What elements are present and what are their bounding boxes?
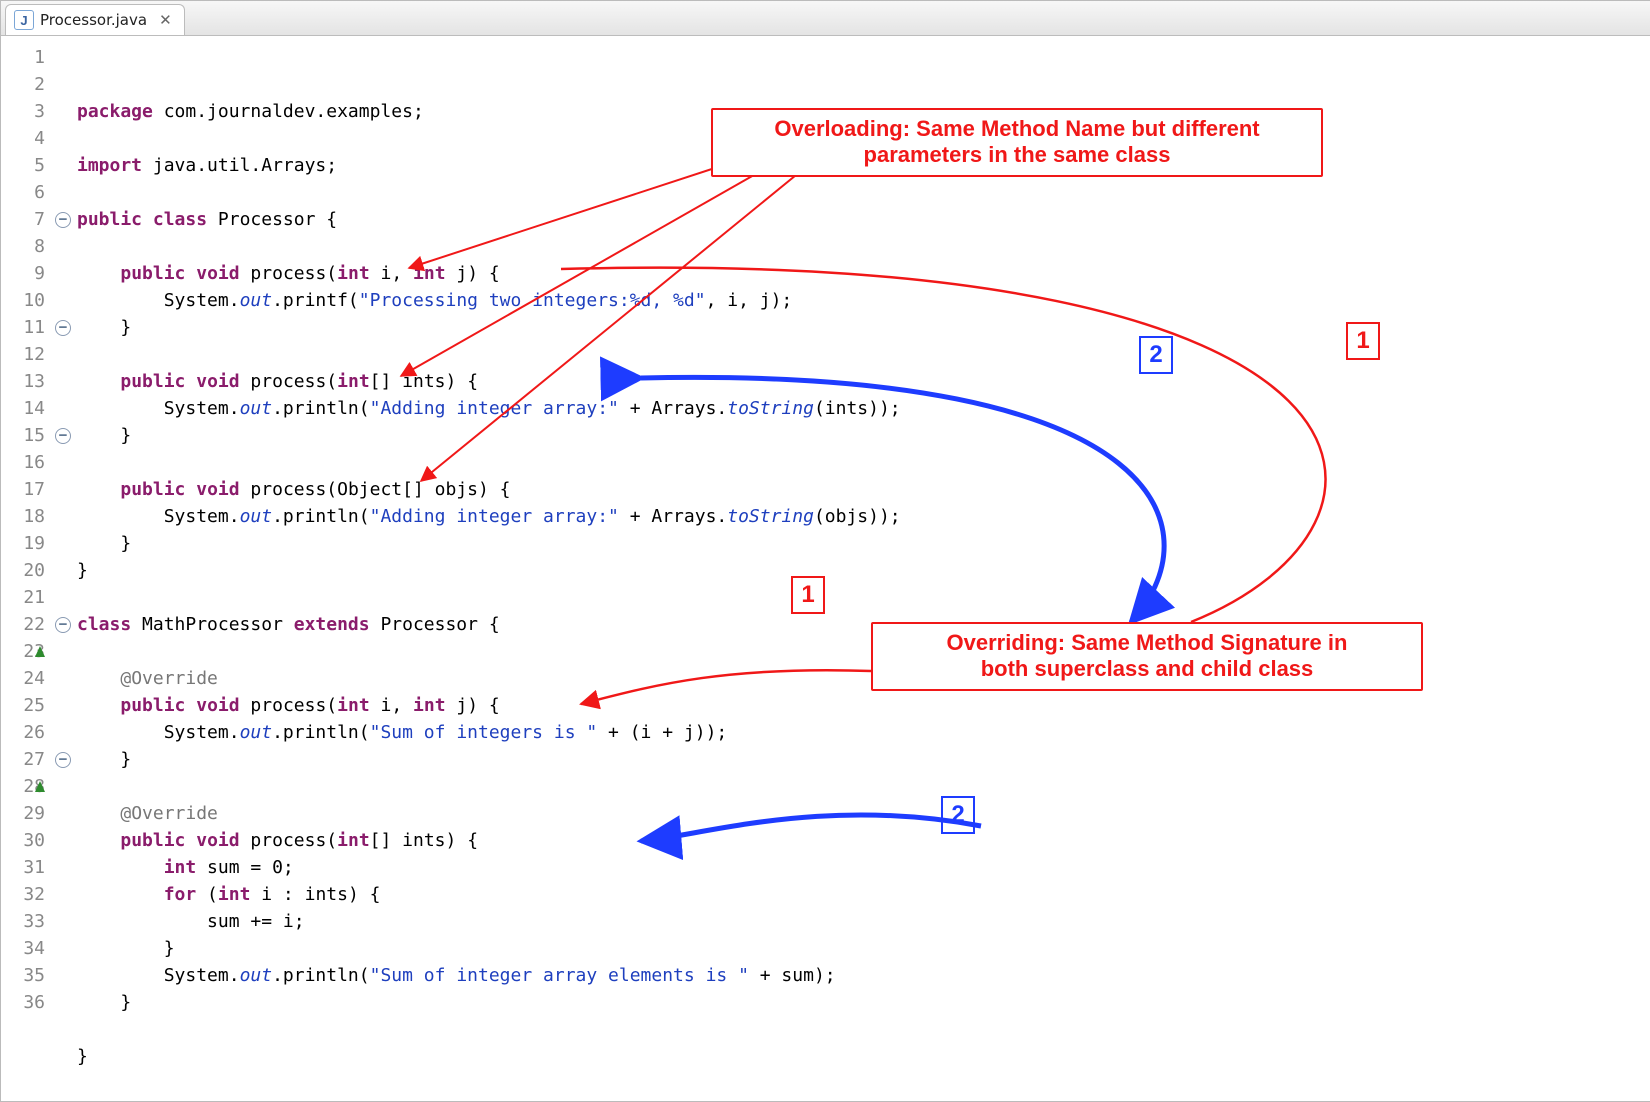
code-editor[interactable]: 1 2 3 4 5 6 7 8 9 10 11 12 13 14 15 16 1… bbox=[1, 36, 1650, 1102]
overriding-callout: Overriding: Same Method Signature in bot… bbox=[871, 622, 1423, 691]
pair-label-1-top: 1 bbox=[1346, 322, 1380, 360]
pair-label-2-top: 2 bbox=[1139, 336, 1173, 374]
fold-toggle-icon[interactable]: − bbox=[55, 320, 71, 336]
fold-toggle-icon[interactable]: − bbox=[55, 428, 71, 444]
fold-toggle-icon[interactable]: − bbox=[55, 212, 71, 228]
editor-window: J Processor.java ✕ 1 2 3 4 5 6 7 8 9 10 … bbox=[0, 0, 1650, 1102]
file-tab-label: Processor.java bbox=[40, 11, 147, 29]
fold-toggle-icon[interactable]: − bbox=[55, 617, 71, 633]
override-marker-icon[interactable] bbox=[35, 646, 45, 657]
file-tab-processor[interactable]: J Processor.java ✕ bbox=[5, 4, 185, 35]
tab-bar: J Processor.java ✕ bbox=[1, 1, 1650, 36]
fold-toggle-icon[interactable]: − bbox=[55, 752, 71, 768]
line-number-gutter: 1 2 3 4 5 6 7 8 9 10 11 12 13 14 15 16 1… bbox=[1, 36, 53, 1102]
close-icon[interactable]: ✕ bbox=[159, 11, 172, 29]
code-area[interactable]: package com.journaldev.examples; import … bbox=[71, 36, 1650, 1102]
override-marker-icon[interactable] bbox=[35, 781, 45, 792]
pair-label-1-bottom: 1 bbox=[791, 576, 825, 614]
marker-column: − − − − − bbox=[53, 36, 71, 1102]
java-file-icon: J bbox=[14, 10, 34, 30]
overloading-callout: Overloading: Same Method Name but differ… bbox=[711, 108, 1323, 177]
pair-label-2-bottom: 2 bbox=[941, 796, 975, 834]
